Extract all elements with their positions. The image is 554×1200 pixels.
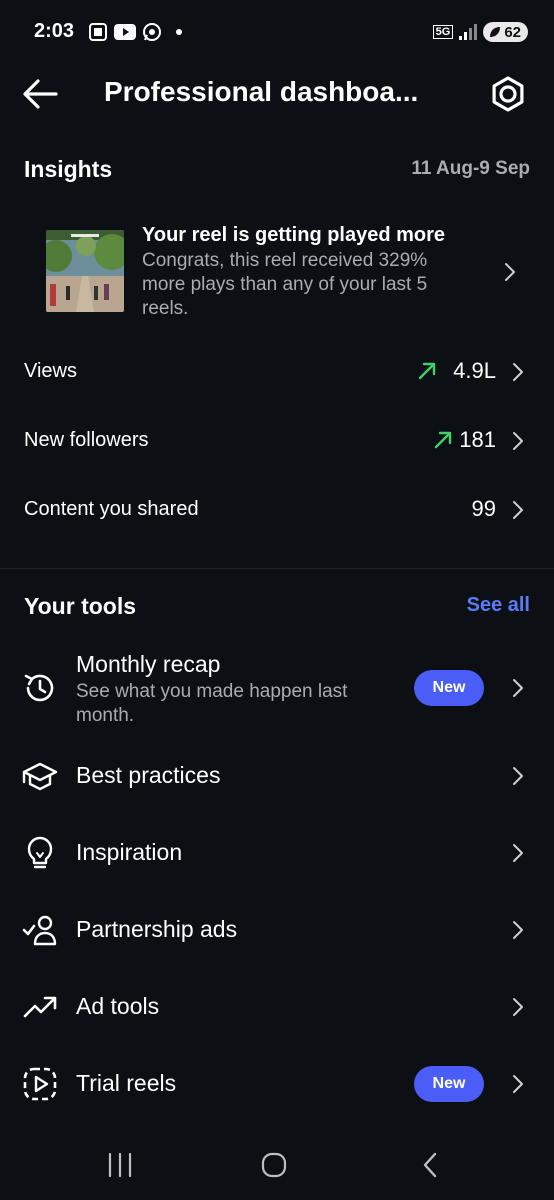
tool-item-partnership-ads[interactable]: Partnership ads xyxy=(0,900,554,960)
gear-icon xyxy=(492,76,524,112)
more-notifications-dot xyxy=(176,29,182,35)
section-divider xyxy=(0,568,554,569)
insights-title: Insights xyxy=(24,156,113,182)
metric-row-views[interactable]: Views 4.9L xyxy=(0,342,554,402)
tool-label: Partnership ads xyxy=(76,916,238,942)
tool-subtitle: See what you made happen last month. xyxy=(76,681,348,726)
chevron-right-icon xyxy=(513,363,523,381)
metric-label: New followers xyxy=(24,429,149,451)
header: Professional dashboa... xyxy=(0,64,554,124)
tool-item-trial-reels[interactable]: Trial reels New xyxy=(0,1054,554,1114)
battery-indicator: 62 xyxy=(483,22,528,42)
chevron-right-icon xyxy=(513,921,523,939)
new-badge: New xyxy=(414,670,484,706)
tool-item-monthly-recap[interactable]: Monthly recap See what you made happen l… xyxy=(0,640,554,740)
tool-label: Monthly recap xyxy=(76,651,221,677)
chevron-left-icon xyxy=(423,1152,437,1178)
chevron-right-icon xyxy=(513,998,523,1016)
trend-up-icon xyxy=(434,431,452,449)
metric-label: Views xyxy=(24,360,77,382)
chevron-right-icon xyxy=(513,679,523,697)
tool-label: Trial reels xyxy=(76,1070,177,1096)
metric-value: 4.9L xyxy=(453,358,496,383)
dashed-play-icon xyxy=(23,1067,57,1101)
chevron-right-icon xyxy=(513,767,523,785)
tool-label: Ad tools xyxy=(76,993,160,1019)
network-5g-icon: 5G xyxy=(432,25,454,39)
youtube-icon xyxy=(114,24,136,40)
new-badge: New xyxy=(414,1066,484,1102)
metric-value: 99 xyxy=(471,496,496,521)
lightbulb-icon xyxy=(27,836,53,869)
chevron-right-icon xyxy=(513,1075,523,1093)
see-all-link[interactable]: See all xyxy=(467,594,530,617)
metric-value: 181 xyxy=(459,427,496,452)
tool-label: Best practices xyxy=(76,762,221,788)
recent-apps-button[interactable] xyxy=(100,1150,140,1180)
notification-icons xyxy=(88,22,182,42)
chevron-right-icon xyxy=(513,432,523,450)
system-icons: 5G 62 xyxy=(432,22,528,42)
person-check-icon xyxy=(22,915,57,946)
status-time: 2:03 xyxy=(34,20,75,42)
metric-label: Content you shared xyxy=(24,498,199,520)
tool-item-best-practices[interactable]: Best practices xyxy=(0,746,554,806)
battery-level: 62 xyxy=(504,23,521,41)
reel-insight-card[interactable]: Your reel is getting played more Congrat… xyxy=(0,210,554,334)
metric-row-content-shared[interactable]: Content you shared 99 xyxy=(0,480,554,540)
home-icon xyxy=(261,1152,287,1178)
chevron-right-icon xyxy=(505,263,515,281)
reel-card-title: Your reel is getting played more xyxy=(142,224,446,246)
back-button[interactable] xyxy=(20,76,60,112)
settings-button[interactable] xyxy=(488,74,528,114)
signal-icon xyxy=(459,24,478,40)
home-button[interactable] xyxy=(254,1150,294,1180)
tool-item-ad-tools[interactable]: Ad tools xyxy=(0,977,554,1037)
whatsapp-icon xyxy=(143,23,161,41)
tool-label: Inspiration xyxy=(76,839,183,865)
page-title: Professional dashboa... xyxy=(104,76,419,107)
recent-apps-icon xyxy=(108,1152,132,1178)
reel-thumbnail xyxy=(46,230,124,312)
date-range[interactable]: 11 Aug-9 Sep xyxy=(411,158,530,180)
chevron-right-icon xyxy=(513,844,523,862)
chevron-right-icon xyxy=(513,501,523,519)
tool-item-inspiration[interactable]: Inspiration xyxy=(0,823,554,883)
system-navigation-bar xyxy=(0,1130,554,1200)
graduation-cap-icon xyxy=(22,762,58,791)
system-back-button[interactable] xyxy=(410,1150,450,1180)
tools-title: Your tools xyxy=(24,593,137,619)
battery-saver-leaf-icon xyxy=(490,27,501,37)
history-clock-icon xyxy=(24,674,54,702)
trend-up-icon xyxy=(418,362,436,380)
trending-up-icon xyxy=(23,996,57,1018)
arrow-left-icon xyxy=(23,79,58,109)
reel-card-description: Congrats, this reel received 329% more p… xyxy=(142,250,428,319)
metric-row-new-followers[interactable]: New followers 181 xyxy=(0,411,554,471)
screenshot-icon xyxy=(89,23,107,41)
status-bar: 2:03 5G 62 xyxy=(0,0,554,64)
